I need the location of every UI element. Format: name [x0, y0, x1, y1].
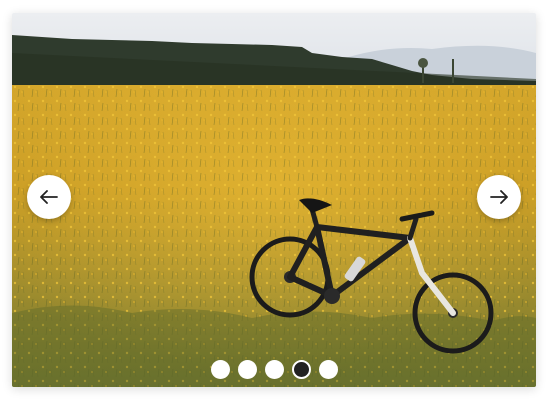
slide-dot-5[interactable] — [318, 360, 338, 379]
arrow-right-icon — [490, 190, 508, 204]
slide-dot-2[interactable] — [237, 360, 257, 379]
slide-dot-3[interactable] — [264, 360, 284, 379]
previous-slide-button[interactable] — [27, 175, 71, 219]
slide-indicators — [12, 360, 536, 379]
slide-dot-1[interactable] — [210, 360, 230, 379]
arrow-left-icon — [40, 190, 58, 204]
slide-image — [12, 13, 536, 387]
slide-dot-4-active[interactable] — [291, 360, 311, 379]
next-slide-button[interactable] — [477, 175, 521, 219]
image-carousel — [12, 13, 536, 387]
